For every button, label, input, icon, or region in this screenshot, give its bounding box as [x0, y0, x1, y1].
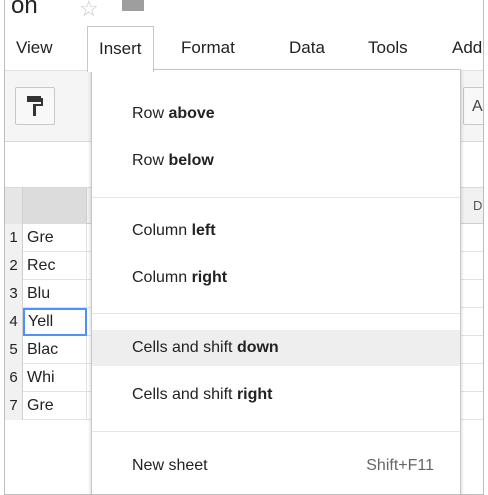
menu-item-column-right[interactable]: Column right: [92, 260, 460, 296]
spreadsheet-window: on ☆ View Insert Format Data Tools Add- …: [4, 0, 484, 495]
menu-tools[interactable]: Tools: [357, 26, 419, 70]
menu-item-label-bold: down: [236, 339, 279, 356]
menu-separator: [92, 197, 460, 198]
menu-insert[interactable]: Insert: [87, 26, 154, 72]
menu-item-label: New sheet: [132, 457, 208, 474]
row-header[interactable]: 3: [5, 280, 23, 308]
menu-item-label: Column: [132, 222, 192, 239]
row-header[interactable]: 2: [5, 252, 23, 280]
menu-item-label-bold: above: [168, 105, 215, 122]
toolbar-button-font[interactable]: A: [463, 87, 483, 125]
cell[interactable]: Blu: [23, 280, 87, 308]
column-header-d[interactable]: D: [473, 198, 482, 213]
menu-item-row-above[interactable]: Row above: [92, 96, 460, 132]
menu-item-cells-shift-right[interactable]: Cells and shift right: [92, 377, 460, 413]
row-header[interactable]: 6: [5, 364, 23, 392]
menu-data[interactable]: Data: [278, 26, 336, 70]
menu-item-row-below[interactable]: Row below: [92, 143, 460, 179]
folder-icon[interactable]: [122, 0, 144, 11]
row-header[interactable]: 4: [5, 308, 23, 336]
select-all-corner[interactable]: [5, 188, 23, 224]
cell[interactable]: Blac: [23, 336, 87, 364]
menu-separator: [92, 431, 460, 432]
menu-add-ons[interactable]: Add-: [441, 26, 483, 70]
paint-format-icon: [27, 96, 43, 116]
toolbar-font-label: A: [472, 98, 483, 115]
menu-item-label-bold: left: [191, 222, 216, 239]
menu-item-label-bold: right: [191, 269, 228, 286]
paint-format-button[interactable]: [15, 87, 55, 125]
menu-item-label: Row: [132, 105, 169, 122]
menu-bar: View Insert Format Data Tools Add-: [5, 26, 483, 72]
cell[interactable]: Whi: [23, 364, 87, 392]
menu-item-column-left[interactable]: Column left: [92, 213, 460, 249]
menu-item-cells-shift-down[interactable]: Cells and shift down: [92, 330, 460, 366]
title-row: on ☆: [5, 0, 483, 26]
menu-item-label: Cells and shift: [132, 339, 237, 356]
menu-item-label: Row: [132, 152, 169, 169]
star-icon[interactable]: ☆: [79, 0, 99, 22]
row-header[interactable]: 1: [5, 224, 23, 252]
column-header-a[interactable]: [23, 188, 87, 224]
menu-item-label-bold: below: [168, 152, 214, 169]
insert-menu-dropdown: Row above Row below Column left Column r…: [91, 69, 461, 494]
cell[interactable]: Gre: [23, 392, 87, 420]
menu-item-shortcut: Shift+F11: [366, 457, 434, 474]
document-title[interactable]: on: [11, 0, 38, 20]
menu-separator: [92, 313, 460, 314]
menu-format[interactable]: Format: [170, 26, 246, 70]
row-header[interactable]: 5: [5, 336, 23, 364]
menu-item-label: Column: [132, 269, 192, 286]
selected-cell[interactable]: Yell: [23, 308, 87, 336]
menu-view[interactable]: View: [5, 26, 64, 70]
menu-item-label: Cells and shift: [132, 386, 237, 403]
cell[interactable]: Rec: [23, 252, 87, 280]
row-header[interactable]: 7: [5, 392, 23, 420]
menu-item-new-sheet[interactable]: New sheet Shift+F11: [92, 448, 460, 484]
menu-item-label-bold: right: [236, 386, 273, 403]
cell[interactable]: Gre: [23, 224, 87, 252]
